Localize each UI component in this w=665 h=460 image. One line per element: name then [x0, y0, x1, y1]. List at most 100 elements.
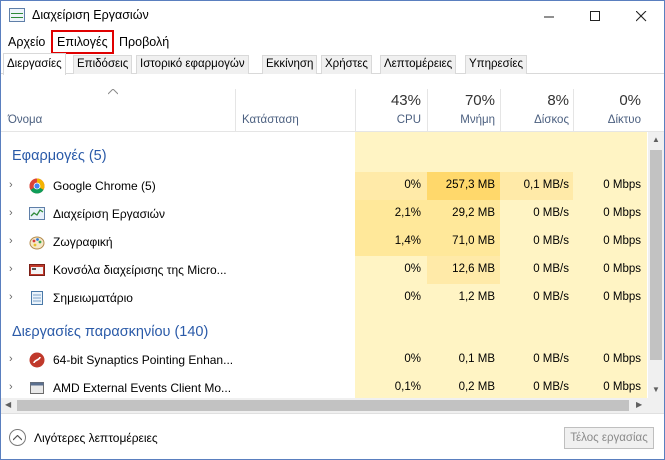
disk-value: 0 MB/s — [533, 235, 569, 247]
column-cpu[interactable]: CPU — [357, 114, 421, 126]
disk-value: 0 MB/s — [533, 353, 569, 365]
table-row[interactable]: › AMD External Events Client Mo... 0,1% … — [1, 374, 647, 398]
minimize-icon — [543, 16, 554, 17]
notepad-icon — [29, 290, 45, 306]
window-title: Διαχείριση Εργασιών — [32, 8, 149, 22]
chevron-right-icon[interactable]: › — [9, 353, 13, 365]
network-value: 0 Mbps — [603, 381, 641, 393]
process-name: Google Chrome (5) — [53, 179, 156, 193]
network-value: 0 Mbps — [603, 207, 641, 219]
disk-value: 0 MB/s — [533, 381, 569, 393]
vertical-scroll-thumb[interactable] — [650, 150, 662, 360]
column-status[interactable]: Κατάσταση — [242, 114, 299, 126]
table-row[interactable]: › Κονσόλα διαχείρισης της Micro... 0% 12… — [1, 256, 647, 284]
column-disk-percent[interactable]: 8% — [501, 92, 569, 109]
table-row[interactable]: › Google Chrome (5) 0% 257,3 MB 0,1 MB/s… — [1, 172, 647, 200]
synaptics-icon — [29, 352, 45, 368]
tab-users[interactable]: Χρήστες — [321, 55, 372, 74]
menu-file[interactable]: Αρχείο — [5, 33, 48, 51]
tab-details[interactable]: Λεπτομέρειες — [380, 55, 457, 74]
chevron-right-icon[interactable]: › — [9, 381, 13, 393]
disk-value: 0,1 MB/s — [523, 179, 569, 191]
close-icon — [635, 10, 646, 21]
scroll-right-icon[interactable]: ▶ — [636, 400, 642, 409]
tab-app-history[interactable]: Ιστορικό εφαρμογών — [136, 55, 249, 74]
table-row[interactable]: › 64-bit Synaptics Pointing Enhan... 0% … — [1, 346, 647, 374]
cpu-value: 1,4% — [394, 235, 421, 247]
memory-value: 12,6 MB — [452, 263, 495, 275]
network-value: 0 Mbps — [603, 263, 641, 275]
memory-value: 29,2 MB — [452, 207, 495, 219]
paint-icon — [29, 234, 45, 250]
close-button[interactable] — [618, 1, 664, 31]
column-network-percent[interactable]: 0% — [576, 92, 641, 109]
scroll-up-icon[interactable]: ▲ — [648, 135, 664, 144]
scroll-left-icon[interactable]: ◀ — [5, 400, 11, 409]
process-name: Ζωγραφική — [53, 235, 113, 249]
tab-processes[interactable]: Διεργασίες — [3, 53, 66, 75]
cpu-value: 0% — [404, 179, 421, 191]
tab-services[interactable]: Υπηρεσίες — [465, 55, 527, 74]
chevron-right-icon[interactable]: › — [9, 207, 13, 219]
disk-value: 0 MB/s — [533, 207, 569, 219]
task-manager-icon — [29, 206, 45, 222]
footer: Λιγότερες λεπτομέρειες Τέλος εργασίας — [1, 413, 664, 459]
column-header: Όνομα Κατάσταση 43% CPU 70% Μνήμη 8% Δίσ… — [1, 75, 664, 132]
table-row[interactable]: › Ζωγραφική 1,4% 71,0 MB 0 MB/s 0 Mbps — [1, 228, 647, 256]
cpu-value: 0% — [404, 263, 421, 275]
horizontal-scroll-thumb[interactable] — [17, 400, 629, 411]
group-background: Διεργασίες παρασκηνίου (140) — [12, 324, 209, 340]
chevron-right-icon[interactable]: › — [9, 179, 13, 191]
menu-view[interactable]: Προβολή — [116, 33, 172, 51]
network-value: 0 Mbps — [603, 179, 641, 191]
process-name: 64-bit Synaptics Pointing Enhan... — [53, 353, 233, 367]
cpu-value: 0% — [404, 353, 421, 365]
maximize-button[interactable] — [572, 1, 618, 31]
chevron-right-icon[interactable]: › — [9, 263, 13, 275]
network-value: 0 Mbps — [603, 235, 641, 247]
sort-up-icon — [107, 87, 119, 98]
memory-value: 0,2 MB — [458, 381, 495, 393]
cpu-value: 0% — [404, 291, 421, 303]
memory-value: 257,3 MB — [445, 179, 495, 191]
maximize-icon — [589, 10, 600, 21]
vertical-scrollbar[interactable]: ▲ ▼ — [648, 132, 664, 398]
disk-value: 0 MB/s — [533, 291, 569, 303]
cpu-value: 2,1% — [394, 207, 421, 219]
scroll-corner — [648, 398, 664, 413]
end-task-button[interactable]: Τέλος εργασίας — [564, 427, 654, 449]
process-table: Εφαρμογές (5) › Google Chrome (5) 0% 257… — [1, 132, 647, 398]
column-cpu-percent[interactable]: 43% — [357, 92, 421, 109]
column-name[interactable]: Όνομα — [8, 114, 42, 126]
tab-performance[interactable]: Επιδόσεις — [73, 55, 133, 74]
table-row[interactable]: › Διαχείριση Εργασιών 2,1% 29,2 MB 0 MB/… — [1, 200, 647, 228]
process-name: Σημειωματάριο — [53, 291, 133, 305]
table-row[interactable]: › Σημειωματάριο 0% 1,2 MB 0 MB/s 0 Mbps — [1, 284, 647, 312]
chrome-icon — [29, 178, 45, 194]
chevron-up-icon[interactable] — [9, 429, 26, 446]
memory-value: 1,2 MB — [458, 291, 495, 303]
chevron-right-icon[interactable]: › — [9, 235, 13, 247]
title-bar[interactable]: Διαχείριση Εργασιών — [1, 1, 664, 31]
column-disk[interactable]: Δίσκος — [501, 114, 569, 126]
menu-options[interactable]: Επιλογές — [51, 30, 114, 54]
mmc-icon — [29, 262, 45, 278]
task-manager-icon — [9, 8, 25, 22]
minimize-button[interactable] — [526, 1, 572, 31]
tab-startup[interactable]: Εκκίνηση — [262, 55, 318, 74]
column-network[interactable]: Δίκτυο — [576, 114, 641, 126]
column-memory[interactable]: Μνήμη — [429, 114, 495, 126]
network-value: 0 Mbps — [603, 353, 641, 365]
process-name: Διαχείριση Εργασιών — [53, 207, 166, 221]
service-icon — [29, 380, 45, 396]
network-value: 0 Mbps — [603, 291, 641, 303]
process-name: Κονσόλα διαχείρισης της Micro... — [53, 263, 227, 277]
cpu-value: 0,1% — [394, 381, 421, 393]
column-memory-percent[interactable]: 70% — [429, 92, 495, 109]
scroll-down-icon[interactable]: ▼ — [648, 385, 664, 394]
fewer-details-link[interactable]: Λιγότερες λεπτομέρειες — [34, 431, 158, 445]
horizontal-scrollbar[interactable]: ◀ ▶ — [1, 398, 648, 413]
menu-bar: Αρχείο Επιλογές Προβολή — [1, 30, 664, 54]
tab-bar: Διεργασίες Επιδόσεις Ιστορικό εφαρμογών … — [1, 53, 664, 75]
chevron-right-icon[interactable]: › — [9, 291, 13, 303]
